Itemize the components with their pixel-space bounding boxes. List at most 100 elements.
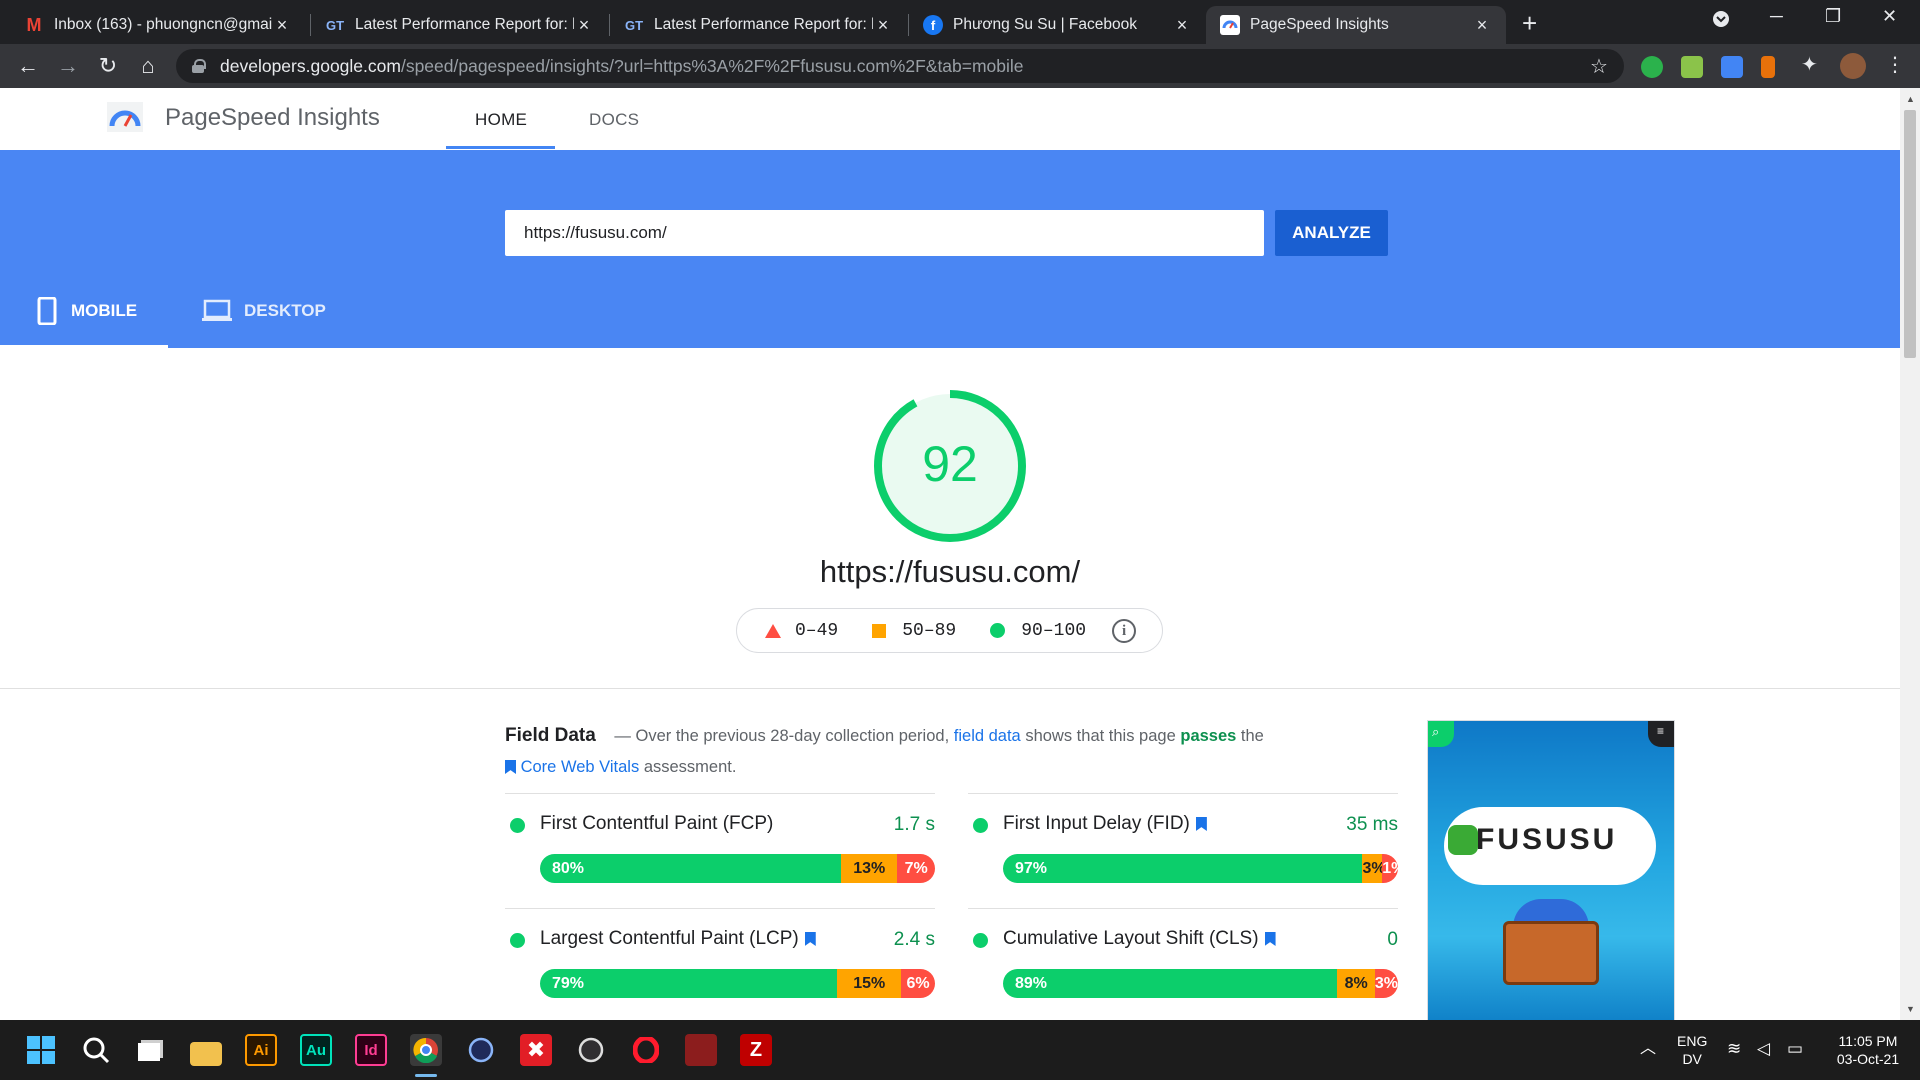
segment-good: 79% (540, 969, 838, 998)
back-icon[interactable]: ← (14, 52, 42, 80)
close-icon[interactable]: × (272, 15, 292, 36)
tab-docs[interactable]: DOCS (589, 110, 639, 130)
bookmark-star-icon[interactable]: ☆ (1590, 54, 1608, 79)
legend-good: 90–100 (990, 621, 1086, 641)
illustrator-icon[interactable]: Ai (245, 1034, 277, 1066)
restore-icon[interactable]: ❐ (1825, 6, 1841, 27)
clock-time: 11:05 PM (1838, 1033, 1898, 1049)
opera-icon[interactable] (630, 1034, 662, 1066)
metric-value: 0 (1387, 929, 1398, 950)
tested-url: https://fususu.com/ (819, 554, 1081, 589)
field-data-summary: Field Data — Over the previous 28-day co… (505, 720, 1305, 783)
tab-title: Phương Su Su | Facebook (953, 16, 1137, 33)
browser-menu-icon[interactable]: ⋮ (1885, 52, 1907, 76)
tab-gtmetrix-1[interactable]: GT Latest Performance Report for: ht × (311, 6, 608, 44)
task-view-icon[interactable] (135, 1034, 167, 1066)
url-input[interactable]: https://fususu.com/ (505, 210, 1264, 256)
menu-icon[interactable]: ≡ (1648, 721, 1674, 747)
page-scrollbar[interactable]: ▲ ▼ (1900, 88, 1920, 1020)
scroll-up-icon[interactable]: ▲ (1906, 94, 1915, 104)
extension-orange-icon[interactable] (1761, 56, 1775, 78)
segment-average: 15% (837, 969, 902, 998)
chrome-icon[interactable] (410, 1034, 442, 1066)
profile-avatar[interactable] (1840, 53, 1866, 79)
active-app-indicator (415, 1074, 437, 1077)
tab-mobile-label: MOBILE (71, 301, 138, 320)
browser-toolbar: ← → ↻ ⌂ developers.google.com/speed/page… (0, 44, 1920, 88)
section-divider (0, 688, 1900, 689)
window-close-icon[interactable]: ✕ (1882, 6, 1897, 27)
distribution-bar: 97%3%1% (1003, 854, 1398, 883)
segment-good: 89% (1003, 969, 1338, 998)
metric-card: First Input Delay (FID) 35 ms 97%3%1% (968, 793, 1398, 907)
field-data-link[interactable]: field data (954, 727, 1021, 745)
status-dot-icon (973, 818, 988, 833)
address-bar[interactable]: developers.google.com/speed/pagespeed/in… (176, 49, 1624, 83)
scroll-down-icon[interactable]: ▼ (1906, 1004, 1915, 1014)
tab-desktop[interactable]: DESKTOP (202, 293, 326, 348)
file-explorer-icon[interactable] (190, 1042, 222, 1066)
indesign-icon[interactable]: Id (355, 1034, 387, 1066)
search-icon[interactable] (80, 1034, 112, 1066)
segment-average: 8% (1337, 969, 1375, 998)
windows-start-icon[interactable] (25, 1034, 57, 1066)
volume-icon[interactable]: ◁ (1757, 1040, 1770, 1058)
segment-poor: 7% (897, 854, 935, 883)
filezilla-icon[interactable]: Z (740, 1034, 772, 1066)
audition-icon[interactable]: Au (300, 1034, 332, 1066)
segment-average: 3% (1362, 854, 1386, 883)
circle-icon (990, 623, 1006, 638)
segment-good: 80% (540, 854, 842, 883)
extensions-puzzle-icon[interactable]: ✦ (1801, 52, 1823, 76)
metric-name: Cumulative Layout Shift (CLS) (1003, 928, 1276, 950)
close-icon[interactable]: × (873, 15, 893, 36)
scrollbar-thumb[interactable] (1904, 110, 1916, 358)
legend-poor-label: 0–49 (795, 620, 839, 641)
close-icon[interactable]: × (1472, 15, 1492, 36)
metric-card: Cumulative Layout Shift (CLS) 0 89% 8% 3% (968, 908, 1398, 1020)
metric-card: Largest Contentful Paint (LCP) 2.4 s 79% 15… (505, 908, 935, 1020)
legend-average: 50–89 (872, 621, 956, 641)
mobile-icon (37, 297, 57, 325)
tab-gtmetrix-2[interactable]: GT Latest Performance Report for: ht × (610, 6, 907, 44)
segment-poor: 1% (1382, 854, 1398, 883)
segment-poor: 6% (901, 969, 935, 998)
language-indicator[interactable]: ENG DV (1677, 1032, 1707, 1068)
close-icon[interactable]: × (1172, 15, 1192, 36)
new-tab-icon[interactable]: + (1522, 8, 1537, 39)
home-icon[interactable]: ⌂ (134, 52, 162, 80)
tray-chevron-icon[interactable]: ︿ (1640, 1040, 1656, 1058)
tab-facebook[interactable]: f Phương Su Su | Facebook × (909, 6, 1206, 44)
field-text-1: — Over the previous 28-day collection pe… (614, 727, 950, 745)
minimize-icon[interactable]: ─ (1770, 6, 1783, 27)
clock[interactable]: 11:05 PM 03-Oct-21 (1830, 1032, 1906, 1068)
core-web-vitals-link[interactable]: Core Web Vitals (521, 758, 640, 776)
wifi-icon[interactable]: ≋ (1727, 1040, 1741, 1058)
obs-icon[interactable] (575, 1034, 607, 1066)
tab-home[interactable]: HOME (475, 110, 527, 130)
translate-icon[interactable] (1721, 56, 1743, 78)
analyze-button[interactable]: ANALYZE (1275, 210, 1388, 256)
treasure-chest-shape (1503, 921, 1599, 985)
extension-green-icon[interactable] (1641, 56, 1663, 78)
info-icon[interactable]: i (1112, 618, 1137, 643)
xmind-icon[interactable]: ✖ (520, 1034, 552, 1066)
tab-search-icon[interactable] (1712, 10, 1730, 33)
battery-icon[interactable]: ▭ (1787, 1040, 1803, 1058)
forward-icon[interactable]: → (54, 52, 82, 80)
tab-mobile[interactable]: MOBILE (0, 293, 168, 348)
close-icon[interactable]: × (574, 15, 594, 36)
tab-title: PageSpeed Insights (1250, 16, 1389, 33)
search-icon[interactable]: ⌕ (1428, 721, 1454, 747)
app-red-icon[interactable] (685, 1034, 717, 1066)
reload-icon[interactable]: ↻ (94, 52, 122, 80)
performance-score: 92 (922, 436, 978, 492)
core-vital-bookmark-icon (804, 932, 816, 946)
tab-pagespeed[interactable]: PageSpeed Insights × (1206, 6, 1506, 44)
app-circle-icon[interactable] (465, 1034, 497, 1066)
status-dot-icon (510, 933, 525, 948)
extension-sheet-icon[interactable] (1681, 56, 1703, 78)
app-title: PageSpeed Insights (165, 104, 380, 131)
gtmetrix-icon: GT (624, 17, 644, 33)
tab-gmail[interactable]: M Inbox (163) - phuongncn@gmail × (10, 6, 306, 44)
